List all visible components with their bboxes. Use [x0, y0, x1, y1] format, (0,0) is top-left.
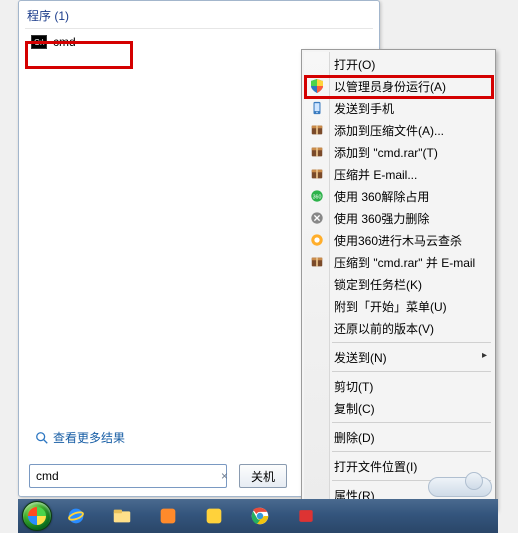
taskbar [18, 499, 498, 533]
menu-item-send-to-phone[interactable]: 发送到手机 [304, 97, 493, 119]
tray-cloud-icon [428, 477, 492, 497]
shutdown-button[interactable]: 关机 [239, 464, 287, 488]
svg-text:360: 360 [313, 195, 322, 201]
menu-separator [332, 342, 491, 343]
program-label: cmd [53, 35, 76, 49]
search-icon [35, 431, 49, 445]
menu-item-cut[interactable]: 剪切(T) [304, 375, 493, 397]
menu-item-send-to[interactable]: 发送到(N) [304, 346, 493, 368]
menu-item-restore-versions[interactable]: 还原以前的版本(V) [304, 317, 493, 339]
taskbar-ie-icon[interactable] [54, 502, 98, 530]
menu-item-delete[interactable]: 删除(D) [304, 426, 493, 448]
menu-item-open-location[interactable]: 打开文件位置(I) [304, 455, 493, 477]
360-icon: 360 [309, 188, 325, 204]
menu-item-360-trojan-scan[interactable]: 使用360进行木马云查杀 [304, 229, 493, 251]
menu-separator [332, 371, 491, 372]
menu-item-compress-email[interactable]: 压缩并 E-mail... [304, 163, 493, 185]
menu-item-360-force-delete[interactable]: 使用 360强力删除 [304, 207, 493, 229]
start-button[interactable] [22, 501, 52, 531]
phone-icon [309, 100, 325, 116]
winrar-icon [309, 166, 325, 182]
menu-item-open[interactable]: 打开(O) [304, 53, 493, 75]
menu-item-add-to-cmd-rar[interactable]: 添加到 "cmd.rar"(T) [304, 141, 493, 163]
360-scan-icon [309, 232, 325, 248]
search-row: × 关机 [29, 464, 287, 488]
menu-separator [332, 422, 491, 423]
taskbar-chrome-icon[interactable] [238, 502, 282, 530]
taskbar-app-icon[interactable] [146, 502, 190, 530]
see-more-results-link[interactable]: 查看更多结果 [29, 425, 131, 450]
programs-header: 程序 (1) [19, 1, 379, 28]
winrar-icon [309, 254, 325, 270]
menu-item-pin-taskbar[interactable]: 锁定到任务栏(K) [304, 273, 493, 295]
cmd-icon: C:\ [31, 35, 47, 49]
clear-search-icon[interactable]: × [221, 469, 228, 483]
menu-item-copy[interactable]: 复制(C) [304, 397, 493, 419]
menu-item-add-to-archive[interactable]: 添加到压缩文件(A)... [304, 119, 493, 141]
winrar-icon [309, 144, 325, 160]
divider [25, 28, 373, 29]
winrar-icon [309, 122, 325, 138]
taskbar-explorer-icon[interactable] [100, 502, 144, 530]
menu-item-compress-cmd-email[interactable]: 压缩到 "cmd.rar" 并 E-mail [304, 251, 493, 273]
search-input[interactable] [29, 464, 227, 488]
menu-item-360-unlock[interactable]: 360 使用 360解除占用 [304, 185, 493, 207]
menu-item-pin-start[interactable]: 附到「开始」菜单(U) [304, 295, 493, 317]
taskbar-app-icon[interactable] [192, 502, 236, 530]
more-results-label: 查看更多结果 [53, 429, 125, 446]
shield-icon [309, 78, 325, 94]
taskbar-app-icon[interactable] [284, 502, 328, 530]
menu-separator [332, 451, 491, 452]
360-delete-icon [309, 210, 325, 226]
menu-item-run-as-admin[interactable]: 以管理员身份运行(A) [304, 75, 493, 97]
context-menu: 打开(O) 以管理员身份运行(A) 发送到手机 添加到压缩文件(A)... 添加… [301, 49, 496, 510]
